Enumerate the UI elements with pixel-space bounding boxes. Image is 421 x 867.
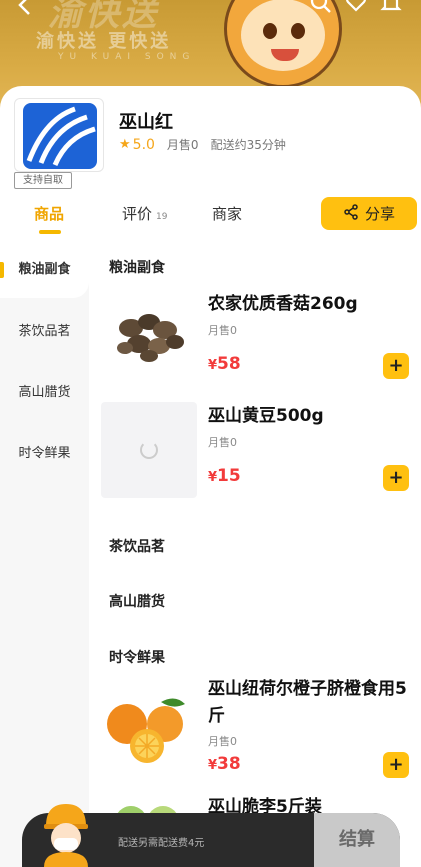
active-category-indicator [0,262,4,278]
checkout-button[interactable]: 结算 [314,813,400,867]
bell-icon[interactable] [380,0,402,20]
shop-name: 巫山红 [119,112,173,133]
search-icon[interactable] [310,0,332,20]
share-button[interactable]: 分享 [321,197,417,230]
plus-icon: + [388,754,404,775]
share-icon [343,203,359,224]
product-name[interactable]: 巫山黄豆500g [208,403,408,430]
sidebar-item-label: 时令鲜果 [18,446,71,461]
section-title: 时令鲜果 [109,650,165,666]
product-name[interactable]: 农家优质香菇260g [208,291,408,318]
heart-icon[interactable] [345,0,367,19]
loading-icon [140,441,158,459]
store-card: 支持自取 巫山红 ★ 5.0 月售0 配送约35分钟 商品 评价 19 商家 分享… [0,86,421,867]
category-sidebar: 粮油副食 茶饮品茗 高山腊货 时令鲜果 [0,238,89,867]
courier-cart-icon[interactable] [36,800,96,867]
pickup-badge: 支持自取 [14,172,72,189]
sidebar-item-label: 茶饮品茗 [18,324,71,339]
section-title: 茶饮品茗 [109,539,165,555]
product-sales: 月售0 [208,436,237,449]
banner-pinyin: YU KUAI SONG [58,52,196,62]
product-sales: 月售0 [208,735,237,748]
plus-icon: + [388,467,404,488]
product-price: ¥58 [208,354,241,374]
add-to-cart-button[interactable]: + [383,353,409,379]
star-icon: ★ [119,137,131,152]
product-price: ¥15 [208,466,241,486]
section-title: 高山腊货 [109,594,165,610]
shop-monthly-sales: 月售0 [166,138,199,152]
sidebar-item-fruit[interactable]: 时令鲜果 [0,442,89,461]
tab-products-label: 商品 [34,205,65,223]
sidebar-item-label: 高山腊货 [18,385,71,400]
product-name[interactable]: 巫山纽荷尔橙子脐橙食用5斤 [208,676,408,730]
shop-meta: ★ 5.0 月售0 配送约35分钟 [119,136,286,153]
banner-slogan: 渝快送 更快送 [36,31,172,52]
product-sales: 月售0 [208,324,237,337]
add-to-cart-button[interactable]: + [383,465,409,491]
share-label: 分享 [364,205,395,223]
sidebar-item-label: 粮油副食 [18,262,71,277]
sidebar-item-grain[interactable]: 粮油副食 [0,238,89,298]
active-tab-indicator [39,230,61,234]
product-image[interactable] [101,288,197,384]
delivery-time: 配送约35分钟 [210,138,286,152]
sidebar-item-cured[interactable]: 高山腊货 [0,381,89,400]
shop-rating: 5.0 [132,136,155,153]
tab-merchant[interactable]: 商家 [212,203,242,224]
shop-logo [14,98,104,172]
add-to-cart-button[interactable]: + [383,752,409,778]
section-title: 粮油副食 [109,260,165,276]
back-icon[interactable] [16,0,34,22]
sidebar-item-tea[interactable]: 茶饮品茗 [0,320,89,339]
delivery-fee-note: 配送另需配送费4元 [118,838,205,849]
tab-reviews[interactable]: 评价 19 [122,203,167,224]
review-count: 19 [156,212,168,222]
product-price: ¥38 [208,754,241,774]
plus-icon: + [388,355,404,376]
product-image[interactable] [101,402,197,498]
product-image[interactable] [101,680,197,776]
tab-products[interactable]: 商品 [34,203,64,224]
tab-reviews-label: 评价 [122,205,153,223]
tab-merchant-label: 商家 [212,205,243,223]
